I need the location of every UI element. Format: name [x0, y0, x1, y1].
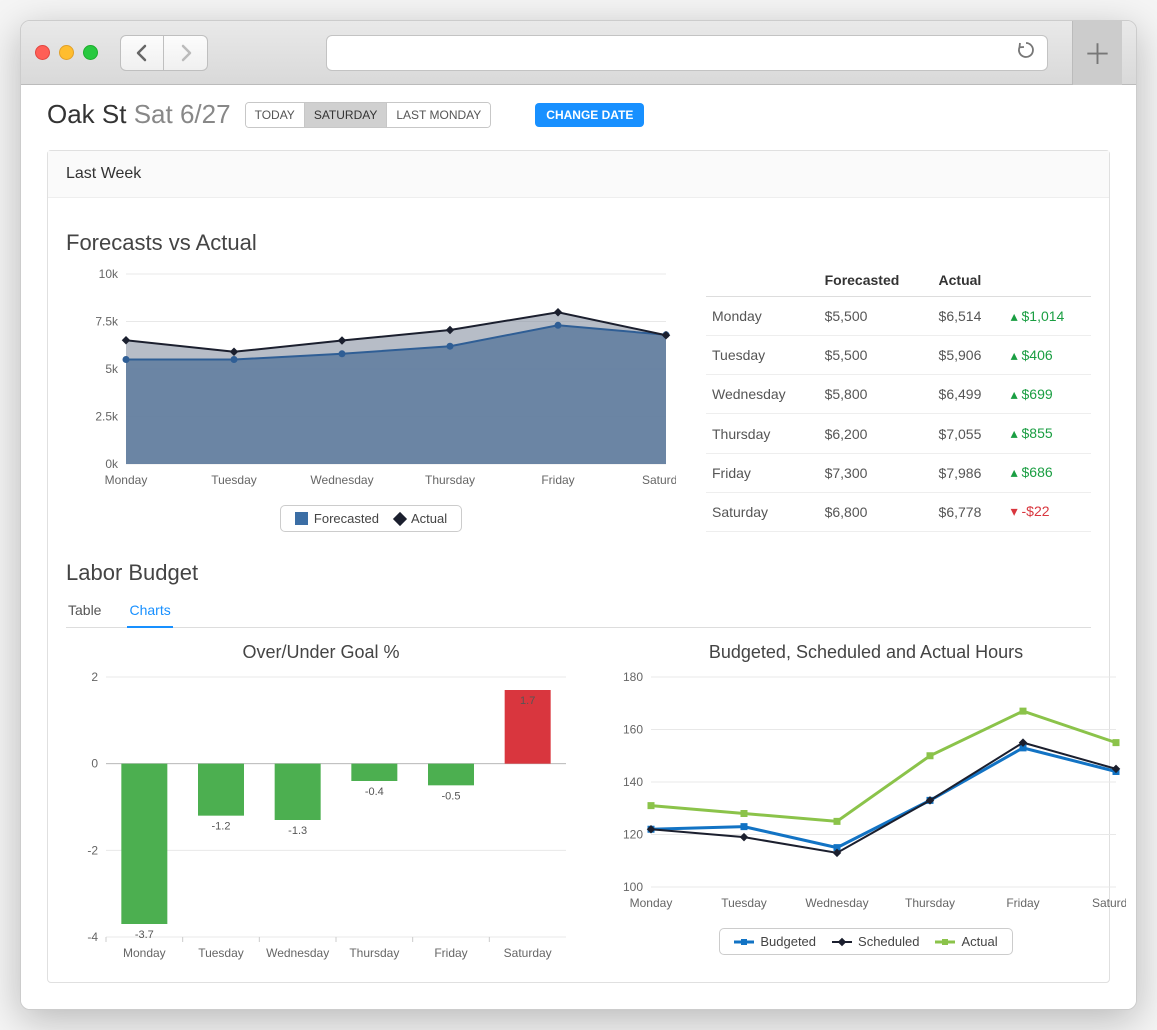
- tab-table[interactable]: Table: [66, 594, 103, 628]
- svg-text:7.5k: 7.5k: [95, 315, 119, 329]
- svg-text:-1.2: -1.2: [212, 821, 231, 833]
- svg-text:-1.3: -1.3: [288, 825, 307, 837]
- reload-icon[interactable]: [1017, 41, 1035, 65]
- change-date-button[interactable]: CHANGE DATE: [535, 103, 644, 127]
- forecasts-chart: 0k 2.5k 5k 7.5k 10k Monday Tuesday Wednesday Thu…: [66, 264, 676, 532]
- svg-text:Monday: Monday: [123, 946, 166, 960]
- svg-text:Tuesday: Tuesday: [211, 473, 257, 487]
- svg-text:0k: 0k: [105, 457, 119, 471]
- caret-up-icon: ▴ $699: [1011, 386, 1053, 402]
- table-row: Saturday$6,800$6,778▾ -$22: [706, 492, 1091, 531]
- page-date: Sat 6/27: [134, 99, 231, 129]
- date-range-group: TODAYSATURDAYLAST MONDAY: [245, 102, 492, 128]
- maximize-icon[interactable]: [83, 45, 98, 60]
- minimize-icon[interactable]: [59, 45, 74, 60]
- tab-charts[interactable]: Charts: [127, 594, 172, 628]
- svg-text:160: 160: [623, 723, 643, 737]
- svg-text:Friday: Friday: [541, 473, 574, 487]
- forecasts-table: Forecasted Actual Monday$5,500$6,514▴ $1…: [706, 264, 1091, 532]
- svg-text:Thursday: Thursday: [905, 896, 955, 910]
- caret-up-icon: ▴ $855: [1011, 425, 1053, 441]
- svg-text:Thursday: Thursday: [349, 946, 399, 960]
- legend-forecasted: Forecasted: [295, 511, 379, 526]
- svg-text:Thursday: Thursday: [425, 473, 475, 487]
- titlebar: ＋: [21, 21, 1136, 85]
- svg-text:Tuesday: Tuesday: [721, 896, 767, 910]
- date-option-last-monday[interactable]: LAST MONDAY: [387, 103, 490, 127]
- page-header: Oak St Sat 6/27 TODAYSATURDAYLAST MONDAY…: [47, 99, 1110, 130]
- svg-text:2: 2: [91, 670, 98, 684]
- legend-scheduled: Scheduled: [832, 934, 919, 949]
- date-option-today[interactable]: TODAY: [246, 103, 305, 127]
- svg-text:Wednesday: Wednesday: [805, 896, 868, 910]
- legend-actual-hours: Actual: [935, 934, 997, 949]
- page-content: Oak St Sat 6/27 TODAYSATURDAYLAST MONDAY…: [21, 85, 1136, 1009]
- hours-legend: Budgeted Scheduled Actual: [719, 928, 1012, 955]
- labor-tabs: Table Charts: [66, 594, 1091, 628]
- panel-title: Last Week: [48, 151, 1109, 198]
- nav-buttons: [120, 35, 208, 71]
- legend-actual: Actual: [395, 511, 447, 526]
- url-bar[interactable]: [326, 35, 1048, 71]
- svg-text:Saturday: Saturday: [504, 946, 552, 960]
- back-button[interactable]: [120, 35, 164, 71]
- forecasts-title: Forecasts vs Actual: [66, 230, 1091, 256]
- svg-text:5k: 5k: [105, 362, 119, 376]
- svg-text:Tuesday: Tuesday: [198, 946, 244, 960]
- hours-title: Budgeted, Scheduled and Actual Hours: [606, 642, 1126, 663]
- over-under-chart: Over/Under Goal % -4 -2 0 2 -3.7 Monday -1.2 Tu…: [66, 634, 576, 972]
- table-row: Monday$5,500$6,514▴ $1,014: [706, 297, 1091, 336]
- hours-chart: Budgeted, Scheduled and Actual Hours 100…: [606, 634, 1126, 972]
- location-name: Oak St: [47, 99, 126, 129]
- over-under-title: Over/Under Goal %: [66, 642, 576, 663]
- legend-budgeted: Budgeted: [734, 934, 816, 949]
- table-row: Friday$7,300$7,986▴ $686: [706, 453, 1091, 492]
- caret-up-icon: ▴ $406: [1011, 347, 1053, 363]
- forecasts-legend: Forecasted Actual: [280, 505, 462, 532]
- window-controls: [35, 45, 98, 60]
- svg-text:-2: -2: [87, 843, 98, 857]
- new-tab-button[interactable]: ＋: [1072, 21, 1122, 85]
- labor-title: Labor Budget: [66, 560, 1091, 586]
- close-icon[interactable]: [35, 45, 50, 60]
- svg-text:Saturday: Saturday: [642, 473, 676, 487]
- page-title: Oak St Sat 6/27: [47, 99, 231, 130]
- svg-text:0: 0: [91, 757, 98, 771]
- svg-text:120: 120: [623, 828, 643, 842]
- table-row: Wednesday$5,800$6,499▴ $699: [706, 375, 1091, 414]
- svg-text:Wednesday: Wednesday: [266, 946, 329, 960]
- app-window: ＋ Oak St Sat 6/27 TODAYSATURDAYLAST MOND…: [20, 20, 1137, 1010]
- svg-text:Friday: Friday: [434, 946, 467, 960]
- date-option-saturday[interactable]: SATURDAY: [305, 103, 388, 127]
- svg-text:-0.5: -0.5: [442, 790, 461, 802]
- table-row: Thursday$6,200$7,055▴ $855: [706, 414, 1091, 453]
- svg-text:Friday: Friday: [1006, 896, 1039, 910]
- svg-text:-0.4: -0.4: [365, 786, 384, 798]
- svg-text:Saturday: Saturday: [1092, 896, 1126, 910]
- caret-up-icon: ▴ $686: [1011, 464, 1053, 480]
- svg-text:180: 180: [623, 670, 643, 684]
- svg-text:Monday: Monday: [105, 473, 148, 487]
- forward-button[interactable]: [164, 35, 208, 71]
- th-actual: Actual: [933, 264, 1005, 297]
- svg-text:Wednesday: Wednesday: [310, 473, 373, 487]
- svg-text:100: 100: [623, 880, 643, 894]
- caret-up-icon: ▴ $1,014: [1011, 308, 1065, 324]
- svg-text:2.5k: 2.5k: [95, 410, 119, 424]
- svg-text:Monday: Monday: [630, 896, 673, 910]
- svg-text:-3.7: -3.7: [135, 929, 154, 941]
- svg-text:140: 140: [623, 775, 643, 789]
- svg-text:-4: -4: [87, 930, 98, 944]
- svg-text:1.7: 1.7: [520, 695, 535, 707]
- svg-text:10k: 10k: [99, 267, 119, 281]
- th-forecasted: Forecasted: [819, 264, 933, 297]
- last-week-panel: Last Week Forecasts vs Actual 0k 2.5k 5k 7.…: [47, 150, 1110, 983]
- table-row: Tuesday$5,500$5,906▴ $406: [706, 336, 1091, 375]
- caret-down-icon: ▾ -$22: [1011, 503, 1050, 519]
